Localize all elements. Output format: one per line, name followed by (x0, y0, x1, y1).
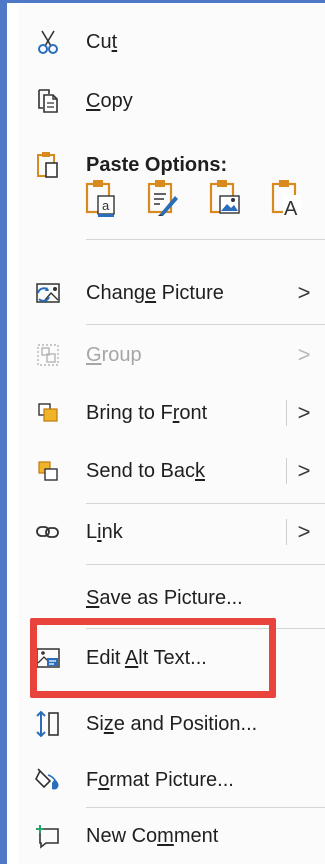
svg-text:A: A (284, 198, 298, 218)
chevron-right-icon[interactable]: > (295, 458, 313, 484)
send-to-back-icon (34, 457, 62, 485)
group-icon (34, 341, 62, 369)
menu-item-label: Send to Back (86, 459, 205, 482)
menu-item-label: Save as Picture... (86, 586, 243, 609)
copy-icon (34, 87, 62, 115)
size-and-position-icon (34, 710, 62, 738)
scissors-icon (34, 28, 62, 56)
paste-keep-text-only-icon[interactable]: A (270, 178, 304, 220)
menu-item-label: Bring to Front (86, 401, 208, 424)
format-fill-icon (34, 766, 62, 794)
chevron-right-icon[interactable]: > (295, 400, 313, 426)
menu-item-change-picture[interactable]: Change Picture > (18, 264, 325, 322)
split-separator (286, 400, 287, 426)
menu-item-label: Cut (86, 30, 118, 53)
bring-to-front-icon (34, 399, 62, 427)
paste-picture-icon[interactable] (208, 178, 242, 218)
menu-item-size-and-position[interactable]: Size and Position... (18, 695, 325, 753)
context-menu: Cut Copy Paste Options: a A Change Pictu… (18, 6, 325, 864)
chevron-right-icon: > (297, 342, 311, 367)
menu-item-label: Group (86, 343, 142, 366)
chevron-right-icon[interactable]: > (295, 519, 313, 545)
menu-item-send-to-back[interactable]: Send to Back > (18, 442, 325, 500)
menu-item-label: Format Picture... (86, 768, 234, 791)
clipboard-icon (34, 151, 62, 179)
menu-separator (86, 239, 325, 240)
menu-item-link[interactable]: Link > (18, 503, 325, 561)
split-separator (286, 458, 287, 484)
change-picture-icon (34, 279, 62, 307)
menu-item-label: Link (86, 520, 123, 543)
paste-options-label: Paste Options: (86, 153, 228, 176)
menu-item-bring-to-front[interactable]: Bring to Front > (18, 384, 325, 442)
window-frame-left (0, 0, 7, 864)
menu-item-label: New Comment (86, 824, 219, 847)
highlight-box (30, 618, 276, 698)
svg-text:a: a (102, 198, 110, 213)
new-comment-icon (34, 822, 62, 850)
menu-item-label: Change Picture (86, 281, 224, 304)
menu-item-label: Copy (86, 89, 133, 112)
link-icon (34, 518, 62, 546)
menu-item-label: Size and Position... (86, 712, 258, 735)
split-separator (286, 519, 287, 545)
menu-item-copy[interactable]: Copy (18, 72, 325, 130)
menu-item-new-comment[interactable]: New Comment (18, 807, 325, 865)
menu-item-group[interactable]: Group > (18, 326, 325, 384)
menu-item-format-picture[interactable]: Format Picture... (18, 751, 325, 809)
paste-merge-formatting-icon[interactable] (146, 178, 180, 218)
chevron-right-icon: > (297, 280, 311, 305)
window-frame-top (7, 0, 325, 3)
paste-keep-source-formatting-icon[interactable]: a (84, 178, 118, 218)
menu-separator (86, 324, 325, 325)
menu-item-cut[interactable]: Cut (18, 13, 325, 71)
paste-options-row: a A (84, 178, 324, 228)
menu-separator (86, 564, 325, 565)
